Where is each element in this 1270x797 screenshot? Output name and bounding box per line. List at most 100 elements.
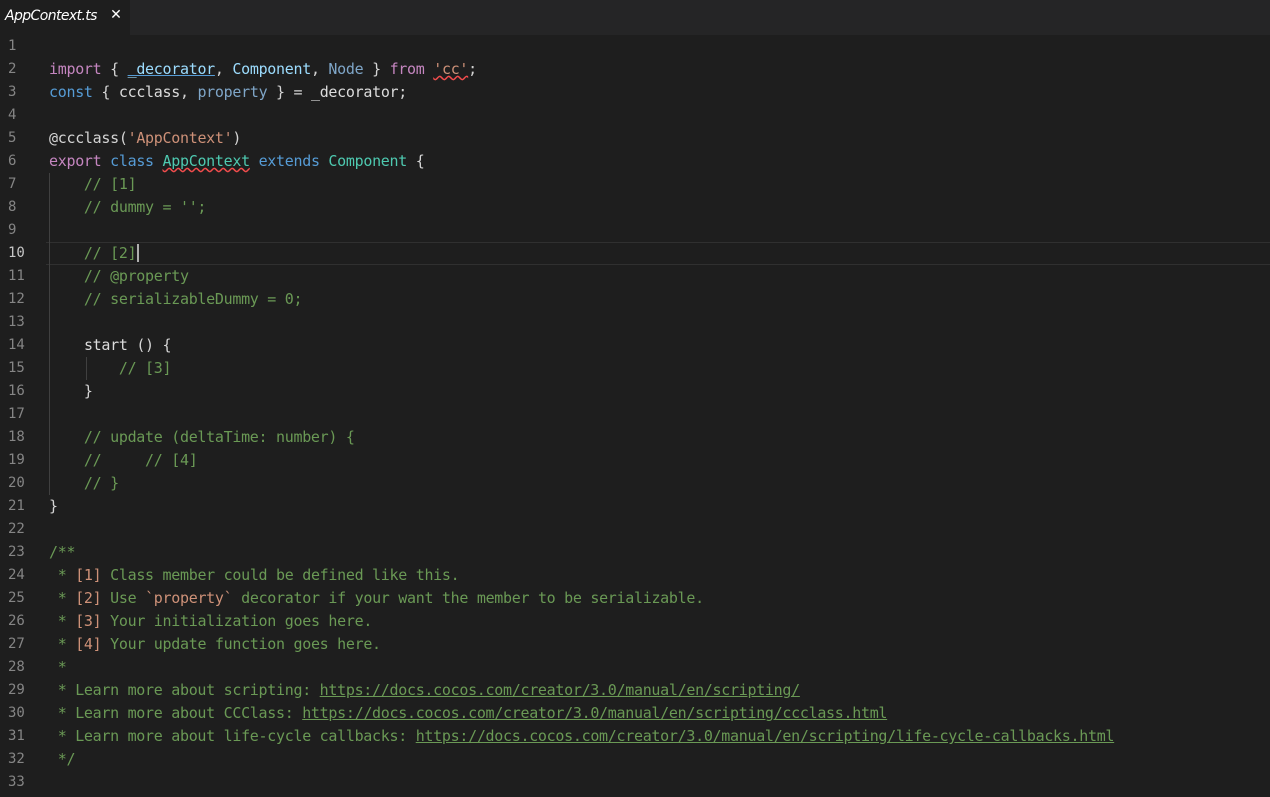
tab-title[interactable]: AppContext.ts bbox=[5, 8, 97, 24]
token: // [2] bbox=[49, 244, 137, 262]
code-line: 30 * Learn more about CCClass: https://d… bbox=[0, 702, 1270, 725]
link-life-cycle-callbacks[interactable]: https://docs.cocos.com/creator/3.0/manua… bbox=[416, 727, 1115, 745]
link-ccclass[interactable]: https://docs.cocos.com/creator/3.0/manua… bbox=[302, 704, 887, 722]
code-text: // [3] bbox=[49, 359, 172, 377]
code-text: @ccclass('AppContext') bbox=[49, 129, 241, 147]
token: Use bbox=[101, 589, 146, 607]
token: const bbox=[49, 83, 93, 101]
token: export bbox=[49, 152, 102, 170]
code-line: 22 bbox=[0, 518, 1270, 541]
line-number: 22 bbox=[8, 521, 25, 537]
token: ; bbox=[398, 83, 408, 101]
token: _decorator bbox=[310, 83, 399, 101]
token: Component bbox=[232, 60, 311, 78]
code-line: 31 * Learn more about life-cycle callbac… bbox=[0, 725, 1270, 748]
code-line: 9 bbox=[0, 219, 1270, 242]
token: [3] bbox=[75, 612, 102, 630]
line-number: 5 bbox=[8, 130, 17, 146]
line-number: 14 bbox=[8, 337, 25, 353]
token: { bbox=[101, 60, 128, 78]
code-line: 8 // dummy = ''; bbox=[0, 196, 1270, 219]
line-number: 18 bbox=[8, 429, 25, 445]
line-number: 24 bbox=[8, 567, 25, 583]
token: * Learn more about scripting: bbox=[49, 681, 320, 699]
code-text: * Learn more about CCClass: https://docs… bbox=[49, 704, 888, 722]
line-number: 1 bbox=[8, 38, 17, 54]
code-text: import { _decorator, Component, Node } f… bbox=[49, 60, 477, 78]
token: * bbox=[49, 566, 76, 584]
token: from bbox=[389, 60, 425, 78]
line-number: 10 bbox=[8, 245, 25, 261]
token: , bbox=[179, 83, 198, 101]
token: extends bbox=[258, 152, 320, 170]
token: * bbox=[49, 612, 76, 630]
tab-bar: AppContext.ts ✕ bbox=[0, 0, 1270, 35]
token: 'cc' bbox=[433, 60, 469, 78]
code-text: * [1] Class member could be defined like… bbox=[49, 566, 460, 584]
close-icon[interactable]: ✕ bbox=[108, 7, 124, 23]
line-number: 15 bbox=[8, 360, 25, 376]
code-text: start () { bbox=[49, 336, 172, 354]
code-line: 18 // update (deltaTime: number) { bbox=[0, 426, 1270, 449]
indent-guide bbox=[49, 219, 50, 242]
line-number: 26 bbox=[8, 613, 25, 629]
line-number: 9 bbox=[8, 222, 17, 238]
token: [1] bbox=[75, 566, 102, 584]
code-text: const { ccclass, property } = _decorator… bbox=[49, 83, 407, 101]
code-line: 5 @ccclass('AppContext') bbox=[0, 127, 1270, 150]
token: property bbox=[197, 83, 268, 101]
code-text: * Learn more about scripting: https://do… bbox=[49, 681, 800, 699]
code-editor[interactable]: 1 2 import { _decorator, Component, Node… bbox=[0, 35, 1270, 797]
link-scripting[interactable]: https://docs.cocos.com/creator/3.0/manua… bbox=[320, 681, 801, 699]
line-number: 33 bbox=[8, 774, 25, 790]
code-text: // } bbox=[49, 474, 119, 492]
code-text: // // [4] bbox=[49, 451, 198, 469]
tab-appcontext[interactable]: AppContext.ts ✕ bbox=[0, 0, 130, 35]
code-line: 21 } bbox=[0, 495, 1270, 518]
code-line: 26 * [3] Your initialization goes here. bbox=[0, 610, 1270, 633]
code-text: export class AppContext extends Componen… bbox=[49, 152, 425, 170]
code-line: 24 * [1] Class member could be defined l… bbox=[0, 564, 1270, 587]
code-line: 2 import { _decorator, Component, Node }… bbox=[0, 58, 1270, 81]
code-line: 29 * Learn more about scripting: https:/… bbox=[0, 679, 1270, 702]
line-number: 4 bbox=[8, 107, 17, 123]
line-number: 30 bbox=[8, 705, 25, 721]
token: [2] bbox=[75, 589, 102, 607]
token: Your initialization goes here. bbox=[101, 612, 373, 630]
code-line: 19 // // [4] bbox=[0, 449, 1270, 472]
code-line: 27 * [4] Your update function goes here. bbox=[0, 633, 1270, 656]
token: ccclass bbox=[118, 83, 180, 101]
code-text: /** bbox=[49, 543, 76, 561]
line-number: 19 bbox=[8, 452, 25, 468]
code-text: // @property bbox=[49, 267, 189, 285]
code-line-current: 10 // [2] bbox=[0, 242, 1270, 265]
token: } = bbox=[267, 83, 311, 101]
token: () { bbox=[127, 336, 172, 354]
code-text: // [1] bbox=[49, 175, 137, 193]
token: start bbox=[83, 336, 128, 354]
line-number: 32 bbox=[8, 751, 25, 767]
code-text: } bbox=[49, 497, 58, 515]
line-number: 27 bbox=[8, 636, 25, 652]
code-line: 33 bbox=[0, 771, 1270, 794]
line-number: 16 bbox=[8, 383, 25, 399]
line-number: 3 bbox=[8, 84, 17, 100]
code-line: 11 // @property bbox=[0, 265, 1270, 288]
code-line: 7 // [1] bbox=[0, 173, 1270, 196]
code-line: 17 bbox=[0, 403, 1270, 426]
text-cursor bbox=[137, 244, 140, 262]
token: } bbox=[363, 60, 390, 78]
code-text: * bbox=[49, 658, 67, 676]
code-text: * [4] Your update function goes here. bbox=[49, 635, 381, 653]
line-number: 31 bbox=[8, 728, 25, 744]
token: * bbox=[49, 635, 76, 653]
code-text: * [2] Use `property` decorator if your w… bbox=[49, 589, 704, 607]
code-line: 20 // } bbox=[0, 472, 1270, 495]
line-number: 20 bbox=[8, 475, 25, 491]
token: Class member could be defined like this. bbox=[101, 566, 460, 584]
token: , bbox=[214, 60, 233, 78]
code-line: 6 export class AppContext extends Compon… bbox=[0, 150, 1270, 173]
line-number: 6 bbox=[8, 153, 17, 169]
token: ; bbox=[468, 60, 477, 78]
